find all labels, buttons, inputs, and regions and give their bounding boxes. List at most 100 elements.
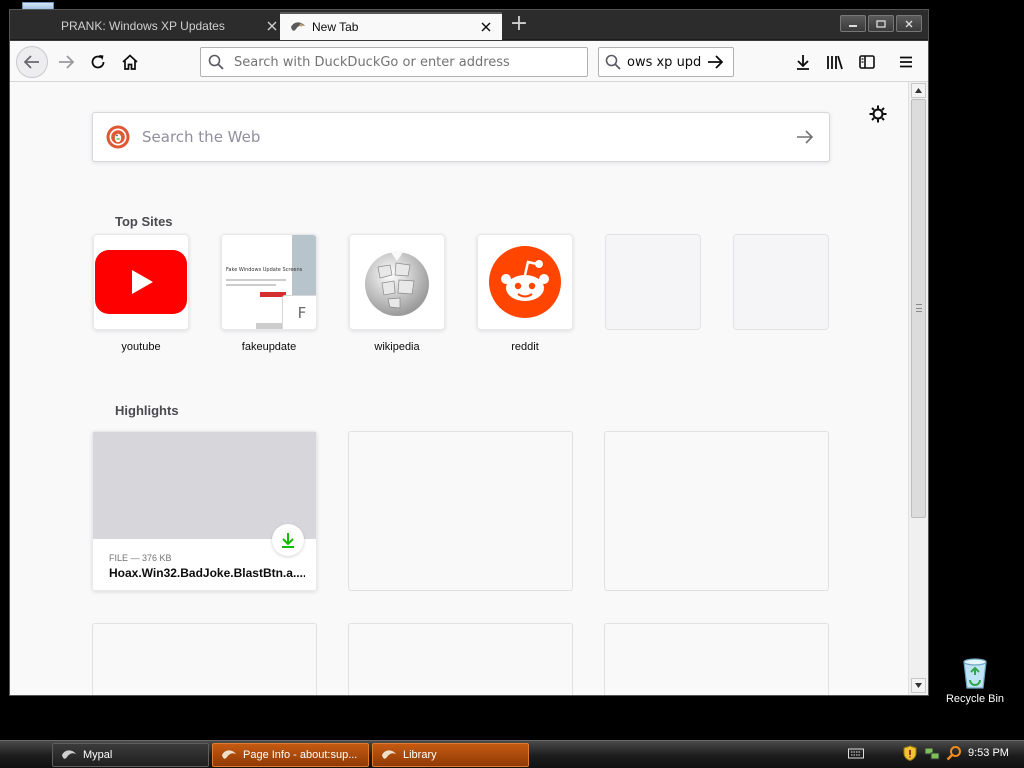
downloads-button[interactable] [789,48,817,76]
minimize-button[interactable] [840,15,866,32]
top-site-tile[interactable]: Fake Windows Update Screens F [221,234,317,330]
search-go-arrow-icon[interactable] [707,55,723,69]
tab-new-tab[interactable]: New Tab [280,12,502,40]
scrollbar-thumb[interactable] [911,99,926,518]
network-icon[interactable] [924,745,940,761]
menu-button[interactable] [892,48,920,76]
top-site-tile[interactable] [349,234,445,330]
mypal-icon [291,22,305,31]
close-tab-icon[interactable] [262,16,282,36]
top-site-youtube[interactable]: youtube [93,234,189,353]
sidebar-button[interactable] [853,48,881,76]
top-site-label: fakeupdate [241,341,297,353]
recycle-bin[interactable]: Recycle Bin [940,656,1010,705]
download-icon [797,55,809,70]
taskbar-clock: 9:53 PM [968,747,1009,759]
reddit-icon [489,246,561,318]
highlight-card-empty [348,431,573,591]
top-site-label: reddit [511,341,539,353]
search-input[interactable] [625,53,703,71]
taskbar-item-label: Library [403,749,437,761]
tab-title: PRANK: Windows XP Updates [61,19,225,33]
taskbar-item-label: Mypal [83,749,113,761]
reload-button[interactable] [82,46,114,78]
home-button[interactable] [114,46,146,78]
gear-icon[interactable] [868,104,888,124]
close-icon [905,20,913,27]
top-site-empty [605,234,701,330]
taskbar-item-library[interactable]: Library [372,743,529,767]
search-icon [605,54,621,70]
download-icon [272,524,304,556]
highlight-preview [93,432,316,539]
search-icon [208,54,224,70]
library-button[interactable] [821,48,849,76]
new-tab-plus-icon[interactable]: + [508,13,530,36]
close-tab-icon[interactable] [476,17,496,37]
nav-toolbar [10,41,928,82]
duckduckgo-icon [106,125,130,149]
recycle-bin-icon [963,658,987,689]
home-icon [122,54,138,70]
close-window-button[interactable] [896,15,922,32]
minimize-icon [849,24,857,27]
back-button[interactable] [16,46,48,78]
mypal-icon [382,750,396,759]
security-shield-icon[interactable] [902,745,918,761]
thumbnail-line [226,284,276,286]
highlight-card-empty [604,623,829,695]
sidebar-icon [859,55,875,69]
web-search-input[interactable] [140,127,785,147]
tab-title: New Tab [312,20,359,34]
top-site-tile[interactable] [477,234,573,330]
browser-window: PRANK: Windows XP Updates New Tab + Sear… [9,9,929,696]
thumbnail-heading: Fake Windows Update Screens [226,267,303,273]
maximize-button[interactable] [868,15,894,32]
back-arrow-icon [24,55,39,69]
taskbar-item-mypal[interactable]: Mypal [52,743,209,767]
scroll-up-arrow-icon[interactable] [911,83,926,98]
highlight-card[interactable]: FILE — 376 KB Hoax.Win32.BadJoke.BlastBt… [92,431,317,591]
scrollbar-grip [916,304,922,312]
tab-strip: PRANK: Windows XP Updates New Tab + [10,10,928,40]
top-sites-heading: Top Sites [115,214,173,229]
system-tray [848,745,962,761]
library-icon [827,55,843,70]
web-search-box[interactable] [92,112,830,162]
thumbnail-footer [256,323,282,329]
top-site-empty [733,234,829,330]
search-bar[interactable] [598,47,734,77]
top-site-reddit[interactable]: reddit [477,234,573,353]
wikipedia-globe-icon [365,251,429,316]
highlight-card-empty [348,623,573,695]
web-search-go-arrow-icon[interactable] [785,117,825,157]
top-site-wikipedia[interactable]: wikipedia [349,234,445,353]
address-input[interactable] [232,53,587,71]
top-site-tile[interactable] [93,234,189,330]
taskbar: Mypal Page Info - about:sup... Library 9… [0,740,1024,768]
highlight-card-empty [604,431,829,591]
empty-site-tile [605,234,701,330]
top-site-fakeupdate[interactable]: Fake Windows Update Screens F fakeupdate [221,234,317,353]
scroll-down-arrow-icon[interactable] [911,678,926,693]
empty-site-tile [733,234,829,330]
site-letter-badge: F [282,295,316,329]
youtube-icon [95,250,187,314]
forward-button[interactable] [50,46,82,78]
highlights-heading: Highlights [115,403,179,418]
tab-prank-updates[interactable]: PRANK: Windows XP Updates [50,12,288,40]
taskbar-item-page-info[interactable]: Page Info - about:sup... [212,743,369,767]
mypal-icon [62,750,76,759]
maximize-icon [876,19,886,28]
address-bar[interactable] [200,47,588,77]
hamburger-menu-icon [900,56,912,68]
vertical-scrollbar[interactable] [908,82,928,695]
keyboard-icon[interactable] [848,747,864,759]
highlight-meta: FILE — 376 KB [109,553,172,563]
search-tray-icon[interactable] [946,745,962,761]
top-site-label: youtube [121,341,161,353]
new-tab-page: Top Sites youtube Fake Windows Update Sc… [10,82,908,695]
highlight-title: Hoax.Win32.BadJoke.BlastBtn.a.... [109,566,305,580]
window-controls [840,15,922,32]
forward-arrow-icon [59,55,74,69]
